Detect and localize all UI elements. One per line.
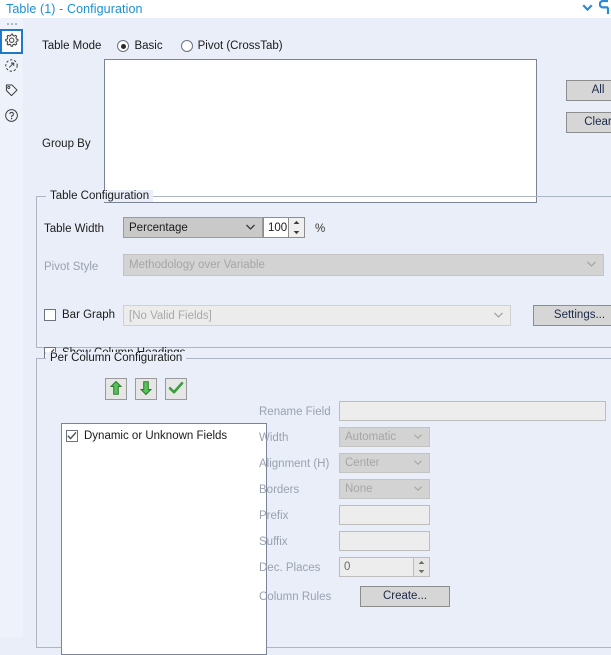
dec-places-stepper: 0 (339, 557, 430, 577)
per-column-fields-listbox[interactable]: Dynamic or Unknown Fields (61, 423, 267, 655)
chevron-down-icon (493, 310, 504, 322)
bar-graph-checkbox[interactable] (44, 309, 56, 321)
per-column-configuration-title: Per Column Configuration (46, 352, 187, 364)
radio-table-mode-basic[interactable]: Basic (117, 40, 163, 52)
pivot-style-select: Methodology over Variable (123, 254, 604, 276)
width-value: Automatic (345, 431, 397, 443)
table-width-mode-select[interactable]: Percentage (123, 217, 263, 238)
move-up-button[interactable] (105, 378, 127, 400)
dec-places-label: Dec. Places (259, 562, 321, 574)
help-circle-icon (4, 108, 19, 126)
move-down-button[interactable] (135, 378, 157, 400)
borders-label: Borders (259, 484, 300, 496)
stepper-down-icon[interactable] (289, 228, 304, 238)
prefix-input (339, 505, 430, 525)
table-width-label: Table Width (44, 223, 105, 235)
rail-item-refresh[interactable] (0, 54, 23, 79)
page-title: Table (1) - Configuration (6, 2, 143, 16)
gear-icon (4, 33, 19, 51)
pivot-style-value: Methodology over Variable (129, 259, 265, 271)
chevron-down-icon (413, 483, 423, 495)
stepper-down-icon (414, 567, 429, 576)
chevron-down-icon (413, 431, 423, 443)
table-mode-row: Table Mode Basic Pivot (CrossTab) (42, 40, 301, 52)
move-down-icon (139, 380, 153, 399)
bar-graph-checkbox-row[interactable]: Bar Graph (44, 309, 115, 321)
chevron-down-icon[interactable] (581, 1, 594, 17)
configuration-panel: Table Mode Basic Pivot (CrossTab) Group … (23, 18, 611, 655)
field-label: Dynamic or Unknown Fields (84, 430, 228, 442)
rail-item-help[interactable] (0, 104, 23, 129)
table-width-mode-value: Percentage (129, 221, 188, 234)
check-icon (168, 381, 184, 398)
alignment-value: Center (345, 457, 380, 469)
dec-places-value: 0 (344, 561, 351, 573)
table-configuration-title: Table Configuration (46, 190, 154, 202)
suffix-label: Suffix (259, 536, 288, 548)
width-label: Width (259, 432, 289, 444)
group-by-listbox[interactable] (104, 59, 537, 203)
pivot-style-label: Pivot Style (44, 261, 99, 273)
radio-pivot-label: Pivot (CrossTab) (197, 40, 283, 52)
column-rules-label: Column Rules (259, 591, 332, 603)
bar-graph-field-select: [No Valid Fields] (123, 305, 511, 326)
field-checkbox[interactable] (66, 430, 78, 442)
stepper-up-icon[interactable] (289, 218, 304, 228)
column-rules-create-button[interactable]: Create... (360, 586, 450, 607)
table-mode-label: Table Mode (42, 40, 102, 52)
radio-pivot-indicator (180, 40, 193, 52)
group-by-label: Group By (42, 138, 91, 150)
refresh-circle-icon (4, 58, 19, 76)
width-select: Automatic (339, 427, 430, 447)
stepper-arrows (413, 558, 429, 576)
radio-basic-indicator (117, 40, 130, 52)
bar-graph-field-value: [No Valid Fields] (129, 309, 212, 322)
radio-basic-label: Basic (134, 40, 163, 52)
drag-dots-icon (0, 18, 23, 29)
titlebar-icon-group (581, 0, 611, 18)
chevron-down-icon (245, 222, 256, 234)
tag-icon (4, 83, 19, 101)
rail-item-annotation[interactable] (0, 79, 23, 104)
rail-item-configuration[interactable] (0, 29, 23, 54)
group-by-all-button[interactable]: All (566, 80, 611, 101)
apply-check-button[interactable] (165, 378, 187, 400)
chevron-down-icon (413, 457, 423, 469)
suffix-input (339, 531, 430, 551)
prefix-label: Prefix (259, 510, 289, 522)
group-by-clear-button[interactable]: Clear (566, 112, 611, 133)
bar-graph-settings-button[interactable]: Settings... (533, 305, 611, 326)
bar-graph-label: Bar Graph (62, 309, 116, 321)
table-width-unit-label: % (315, 223, 326, 235)
list-item[interactable]: Dynamic or Unknown Fields (66, 428, 266, 444)
borders-value: None (345, 483, 373, 495)
left-icon-rail (0, 18, 24, 637)
radio-table-mode-pivot[interactable]: Pivot (CrossTab) (180, 40, 283, 52)
chevron-down-icon (586, 259, 597, 271)
alignment-select: Center (339, 453, 430, 473)
borders-select: None (339, 479, 430, 499)
stepper-arrows[interactable] (288, 218, 304, 237)
stepper-up-icon (414, 558, 429, 567)
rename-field-input (339, 401, 606, 421)
table-width-amount-value: 100 (268, 221, 288, 234)
move-up-icon (109, 380, 123, 399)
table-width-amount-stepper[interactable]: 100 (263, 217, 305, 238)
rename-field-label: Rename Field (259, 406, 331, 418)
alignment-label: Alignment (H) (259, 458, 330, 470)
undo-arrow-icon[interactable] (598, 0, 610, 18)
window-titlebar: Table (1) - Configuration (0, 0, 611, 18)
